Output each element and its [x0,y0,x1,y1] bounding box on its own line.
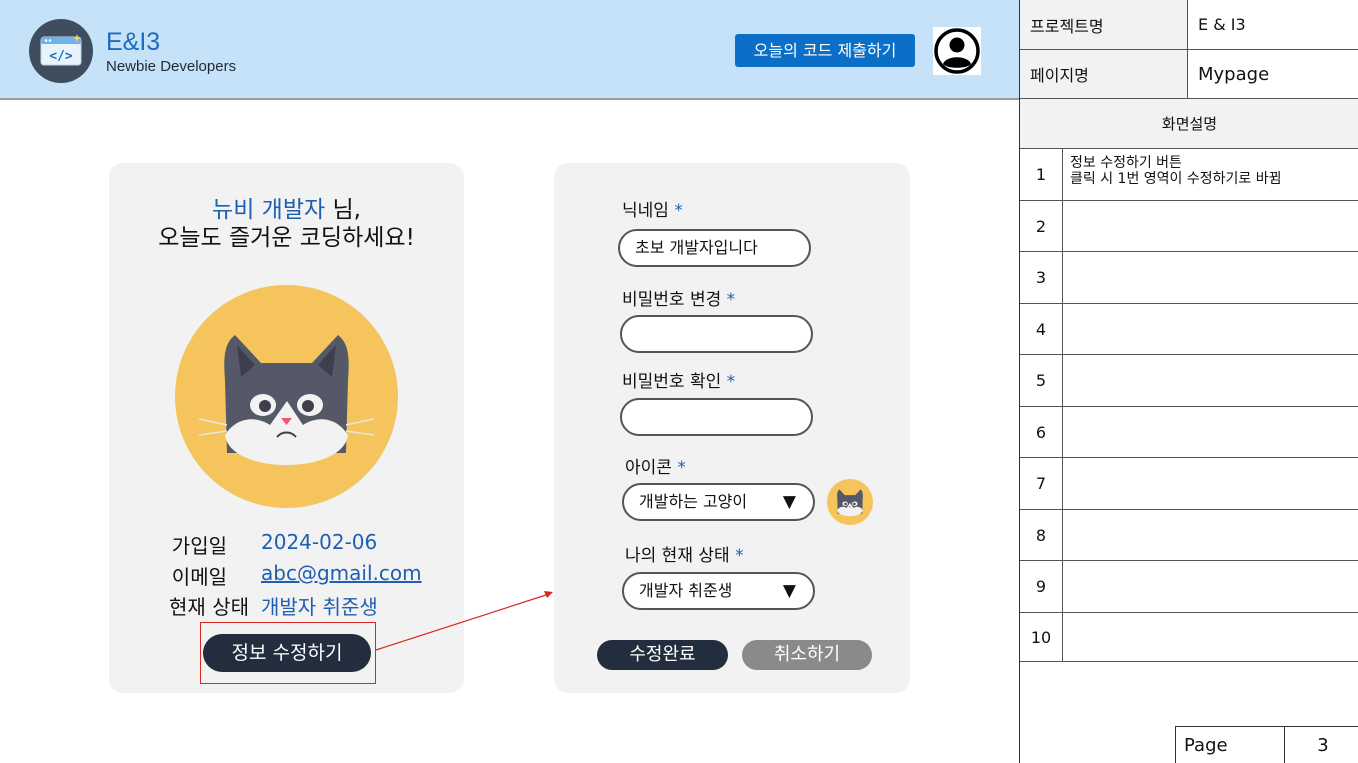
row-description-line-2: 클릭 시 1번 영역이 수정하기로 바뀜 [1070,171,1282,187]
icon-label-text: 아이콘 [625,458,672,478]
nickname-label: 닉네임 * [622,196,683,221]
icon-select[interactable]: 개발하는 고양이 ▼ [622,483,815,521]
row-number: 2 [1020,201,1063,251]
icon-select-value: 개발하는 고양이 [639,492,748,511]
dropdown-arrow-icon: ▼ [782,492,796,512]
required-mark: * [726,290,736,310]
spec-row-4: 4 [1020,304,1358,355]
row-number: 4 [1020,304,1063,354]
row-number: 8 [1020,510,1063,560]
row-number: 5 [1020,355,1063,406]
spec-row-9: 9 [1020,561,1358,613]
description-header-row: 화면설명 [1020,99,1358,149]
password-change-label: 비밀번호 변경 * [622,285,735,310]
required-mark: * [726,372,736,392]
description-header: 화면설명 [1161,115,1218,133]
row-description: 정보 수정하기 버튼 클릭 시 1번 영역이 수정하기로 바뀜 [1070,155,1281,187]
page-footer: Page 3 [1175,726,1358,763]
dropdown-arrow-icon: ▼ [782,581,796,601]
edit-form-card: 닉네임 * 초보 개발자입니다 비밀번호 변경 * 비밀번호 확인 * 아이콘 … [554,163,910,693]
cat-icon-preview [827,479,873,525]
page-name-row: 페이지명 Mypage [1020,50,1358,99]
password-confirm-label: 비밀번호 확인 * [622,367,735,392]
icon-label: 아이콘 * [625,453,686,478]
row-number: 7 [1020,458,1063,509]
spec-row-6: 6 [1020,407,1358,458]
spec-row-10: 10 [1020,613,1358,662]
row-number: 9 [1020,561,1063,612]
nickname-input[interactable]: 초보 개발자입니다 [618,229,811,267]
cancel-button[interactable]: 취소하기 [742,640,872,670]
row-number: 3 [1020,252,1063,303]
password-change-input[interactable] [620,315,813,353]
status-select-label: 나의 현재 상태 * [625,541,744,566]
password-confirm-input[interactable] [620,398,813,436]
project-row: 프로젝트명 E & I3 [1020,0,1358,50]
spec-row-1: 1 정보 수정하기 버튼 클릭 시 1번 영역이 수정하기로 바뀜 [1020,149,1358,201]
status-select[interactable]: 개발자 취준생 ▼ [622,572,815,610]
status-select-label-text: 나의 현재 상태 [625,546,730,566]
project-value: E & I3 [1198,15,1246,34]
row-number: 6 [1020,407,1063,457]
password-confirm-label-text: 비밀번호 확인 [622,372,722,392]
spec-row-7: 7 [1020,458,1358,510]
page-footer-number: 3 [1317,735,1329,756]
row-number: 10 [1020,613,1063,661]
save-button[interactable]: 수정완료 [597,640,728,670]
spec-panel: 프로젝트명 E & I3 페이지명 Mypage 화면설명 1 정보 수정하기 … [1019,0,1358,763]
spec-row-8: 8 [1020,510,1358,561]
password-change-label-text: 비밀번호 변경 [622,290,722,310]
row-description-line-1: 정보 수정하기 버튼 [1070,155,1182,171]
nickname-label-text: 닉네임 [622,201,669,221]
page-name-label: 페이지명 [1020,50,1188,98]
required-mark: * [735,546,744,566]
required-mark: * [674,201,683,221]
project-label: 프로젝트명 [1020,0,1188,49]
required-mark: * [677,458,686,478]
row-number: 1 [1020,149,1063,200]
spec-row-3: 3 [1020,252,1358,304]
spec-row-2: 2 [1020,201,1358,252]
spec-row-5: 5 [1020,355,1358,407]
page-name-value: Mypage [1198,63,1270,85]
status-select-value: 개발자 취준생 [639,581,733,600]
page-footer-label: Page [1176,727,1285,763]
